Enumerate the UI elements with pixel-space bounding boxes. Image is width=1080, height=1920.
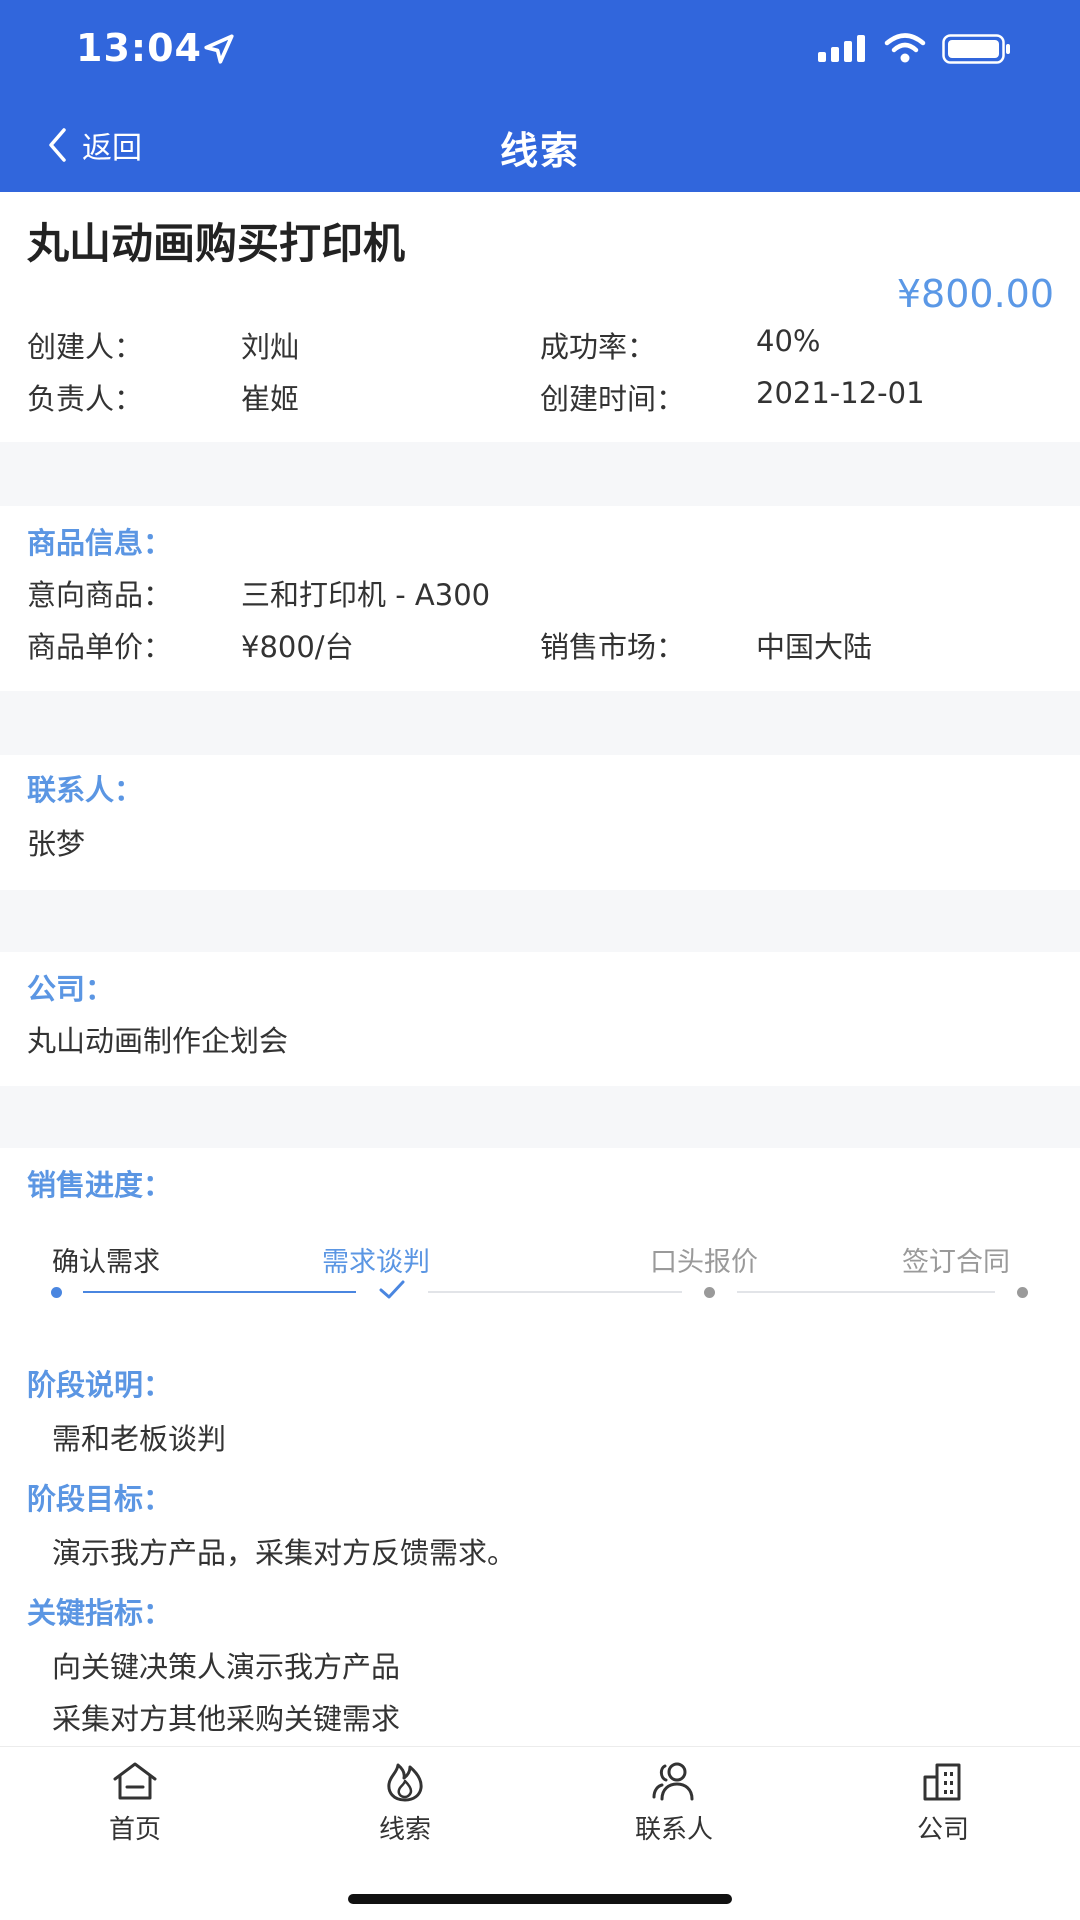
step-dot-1 (51, 1287, 62, 1298)
step-line-2 (428, 1291, 682, 1293)
progress-section-label: 销售进度： (27, 1168, 173, 1202)
top-bar: 13:04 返回 线索 (0, 0, 1080, 192)
battery-icon (942, 34, 1010, 64)
status-bar: 13:04 (0, 0, 1080, 100)
intent-product-label: 意向商品： (27, 578, 173, 612)
created-time-label: 创建时间： (540, 382, 686, 416)
check-icon (379, 1280, 405, 1299)
lead-title: 丸山动画购买打印机 (27, 219, 406, 268)
stage-goal-value: 演示我方产品，采集对方反馈需求。 (52, 1536, 517, 1570)
tab-contacts-label: 联系人 (634, 1815, 713, 1845)
contact-name[interactable]: 张梦 (27, 821, 85, 863)
market-value: 中国大陆 (756, 630, 873, 664)
step-label-2[interactable]: 需求谈判 (322, 1240, 430, 1279)
sales-progress-card: 销售进度： 确认需求 需求谈判 口头报价 签订合同 阶段说明： 需和老板谈判 阶… (0, 1148, 1080, 1746)
wifi-icon (884, 33, 926, 63)
location-arrow-icon (204, 34, 234, 64)
product-info-card: 商品信息： 意向商品： 三和打印机 - A300 商品单价： ¥800/台 销售… (0, 506, 1080, 691)
contact-section-label: 联系人： (27, 773, 144, 807)
home-indicator[interactable] (348, 1894, 732, 1904)
page-title: 线索 (499, 129, 580, 173)
company-section-label: 公司： (27, 972, 115, 1006)
nav-bar: 返回 线索 (0, 100, 1080, 192)
step-dot-4 (1017, 1287, 1028, 1298)
lead-summary-card: 丸山动画购买打印机 ¥800.00 创建人： 刘灿 成功率： 40% 负责人： … (0, 192, 1080, 442)
key-metric-item: 采集对方其他采购关键需求 (52, 1702, 401, 1736)
unit-price-label: 商品单价： (27, 630, 173, 664)
success-rate-value: 40% (756, 324, 821, 358)
stage-desc-label: 阶段说明： (27, 1368, 173, 1402)
tab-company[interactable]: 公司 (863, 1759, 1023, 1846)
owner-label: 负责人： (27, 382, 144, 416)
stage-goal-label: 阶段目标： (27, 1482, 173, 1516)
building-icon (923, 1763, 961, 1801)
step-dot-3 (704, 1287, 715, 1298)
company-card: 公司： 丸山动画制作企划会 (0, 952, 1080, 1086)
creator-value: 刘灿 (241, 330, 300, 364)
tab-company-label: 公司 (916, 1815, 969, 1845)
company-name[interactable]: 丸山动画制作企划会 (27, 1018, 288, 1060)
tab-leads-label: 线索 (378, 1815, 431, 1845)
status-time: 13:04 (76, 26, 202, 70)
step-label-1[interactable]: 确认需求 (52, 1240, 160, 1279)
creator-label: 创建人： (27, 330, 144, 364)
home-icon (113, 1762, 157, 1800)
stage-desc-value: 需和老板谈判 (52, 1422, 227, 1456)
contact-card: 联系人： 张梦 (0, 755, 1080, 890)
step-label-4[interactable]: 签订合同 (902, 1240, 1010, 1279)
key-metric-item: 向关键决策人演示我方产品 (52, 1650, 401, 1684)
lead-amount: ¥800.00 (896, 272, 1054, 316)
owner-value: 崔姬 (241, 382, 300, 416)
tab-leads[interactable]: 线索 (325, 1759, 485, 1846)
key-metrics-label: 关键指标： (27, 1596, 173, 1630)
step-line-1 (83, 1291, 356, 1293)
intent-product-value: 三和打印机 - A300 (241, 578, 491, 612)
tab-home[interactable]: 首页 (55, 1759, 215, 1846)
created-time-value: 2021-12-01 (756, 376, 925, 410)
success-rate-label: 成功率： (540, 330, 657, 364)
tab-home-label: 首页 (108, 1815, 161, 1845)
market-label: 销售市场： (540, 630, 686, 664)
step-label-3[interactable]: 口头报价 (650, 1240, 758, 1279)
tab-contacts[interactable]: 联系人 (594, 1759, 754, 1846)
contacts-icon (652, 1762, 694, 1801)
flame-icon (387, 1763, 423, 1802)
signal-icon (818, 35, 865, 62)
unit-price-value: ¥800/台 (241, 630, 354, 664)
step-line-3 (737, 1291, 995, 1293)
product-section-label: 商品信息： (27, 526, 173, 560)
